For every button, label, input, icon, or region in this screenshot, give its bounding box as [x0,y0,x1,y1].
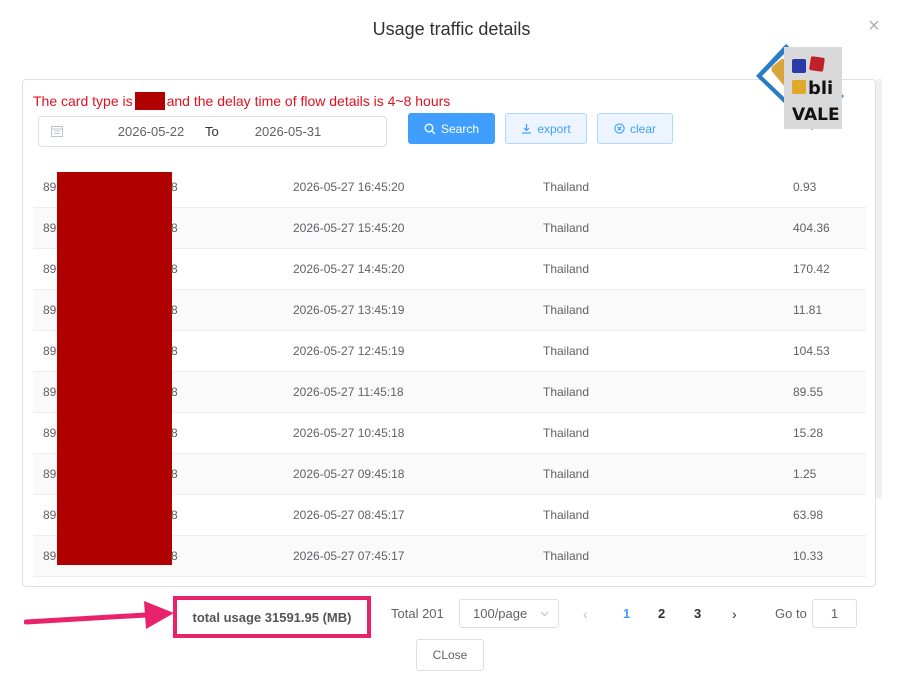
country-cell: Thailand [543,467,590,481]
page-button-1[interactable]: 1 [623,606,630,621]
clear-label: clear [629,121,656,136]
usage-cell: 1.25 [793,467,817,481]
page-size-value: 100/page [473,606,528,621]
page-button-2[interactable]: 2 [658,606,665,621]
close-button[interactable]: CLose [416,639,484,671]
search-icon [424,123,436,134]
iccid-tail: 8 [171,180,178,194]
usage-cell: 404.36 [793,221,830,235]
time-cell: 2026-05-27 11:45:18 [293,385,404,399]
iccid-tail: 8 [171,467,178,481]
time-cell: 2026-05-27 16:45:20 [293,180,405,194]
iccid-cell: 89 [43,467,57,481]
iccid-cell: 89 [43,180,57,194]
logo-text-top: bli [808,78,833,99]
clear-button[interactable]: clear [597,113,673,144]
page-button-3[interactable]: 3 [694,606,701,621]
iccid-cell: 89 [43,508,57,522]
search-button[interactable]: Search [408,113,495,144]
country-cell: Thailand [543,303,590,317]
date-range-picker[interactable]: 2026-05-22 To 2026-05-31 [38,116,387,147]
time-cell: 2026-05-27 08:45:17 [293,508,405,522]
iccid-tail: 8 [171,508,178,522]
iccid-cell: 89 [43,303,57,317]
usage-cell: 0.93 [793,180,817,194]
iccid-tail: 8 [171,385,178,399]
usage-cell: 89.55 [793,385,824,399]
download-icon [522,124,532,134]
redacted-iccid-column [57,172,172,565]
goto-page-input[interactable]: 1 [812,599,857,628]
time-cell: 2026-05-27 13:45:19 [293,303,405,317]
iccid-cell: 89 [43,549,57,563]
iccid-cell: 89 [43,221,57,235]
iccid-tail: 8 [171,426,178,440]
start-date-input[interactable]: 2026-05-22 [101,124,201,139]
usage-cell: 15.28 [793,426,824,440]
iccid-cell: 89 [43,262,57,276]
time-cell: 2026-05-27 12:45:19 [293,344,405,358]
country-cell: Thailand [543,549,590,563]
time-cell: 2026-05-27 15:45:20 [293,221,405,235]
iccid-tail: 8 [171,262,178,276]
end-date-input[interactable]: 2026-05-31 [238,124,338,139]
notice-text: The card type is and the delay time of fl… [33,92,450,110]
iccid-tail: 8 [171,549,178,563]
circle-close-icon [614,123,625,134]
export-label: export [537,121,571,136]
modal-title: Usage traffic details [372,19,531,39]
iccid-tail: 8 [171,344,178,358]
country-cell: Thailand [543,180,590,194]
page-size-select[interactable]: 100/page [459,599,559,628]
close-icon[interactable]: × [864,16,884,36]
arrow-annotation-icon [24,601,174,629]
blivale-logo: bli VALE [756,44,844,130]
usage-cell: 104.53 [793,344,830,358]
time-cell: 2026-05-27 10:45:18 [293,426,405,440]
country-cell: Thailand [543,426,590,440]
usage-cell: 11.81 [793,303,823,317]
iccid-cell: 89 [43,344,57,358]
date-separator: To [205,124,219,139]
usage-cell: 63.98 [793,508,824,522]
scrollbar[interactable] [876,79,882,499]
notice-suffix: and the delay time of flow details is 4~… [166,93,451,109]
export-button[interactable]: export [505,113,587,144]
time-cell: 2026-05-27 14:45:20 [293,262,405,276]
calendar-icon [51,126,63,137]
country-cell: Thailand [543,262,590,276]
country-cell: Thailand [543,508,590,522]
chevron-down-icon [540,611,549,617]
next-page-icon[interactable]: › [732,606,737,622]
pagination-total: Total 201 [391,606,444,621]
prev-page-icon[interactable]: ‹ [583,606,588,622]
iccid-tail: 8 [171,303,178,317]
country-cell: Thailand [543,344,590,358]
usage-cell: 10.33 [793,549,824,563]
country-cell: Thailand [543,385,590,399]
total-usage-badge: total usage 31591.95 (MB) [173,596,371,638]
usage-cell: 170.42 [793,262,830,276]
iccid-tail: 8 [171,221,178,235]
search-label: Search [440,121,480,136]
logo-text-bottom: VALE [792,105,840,125]
time-cell: 2026-05-27 09:45:18 [293,467,405,481]
goto-label: Go to [775,606,807,621]
notice-prefix: The card type is [33,93,133,109]
country-cell: Thailand [543,221,590,235]
redacted-card-type [134,92,165,110]
time-cell: 2026-05-27 07:45:17 [293,549,405,563]
iccid-cell: 89 [43,426,57,440]
iccid-cell: 89 [43,385,57,399]
